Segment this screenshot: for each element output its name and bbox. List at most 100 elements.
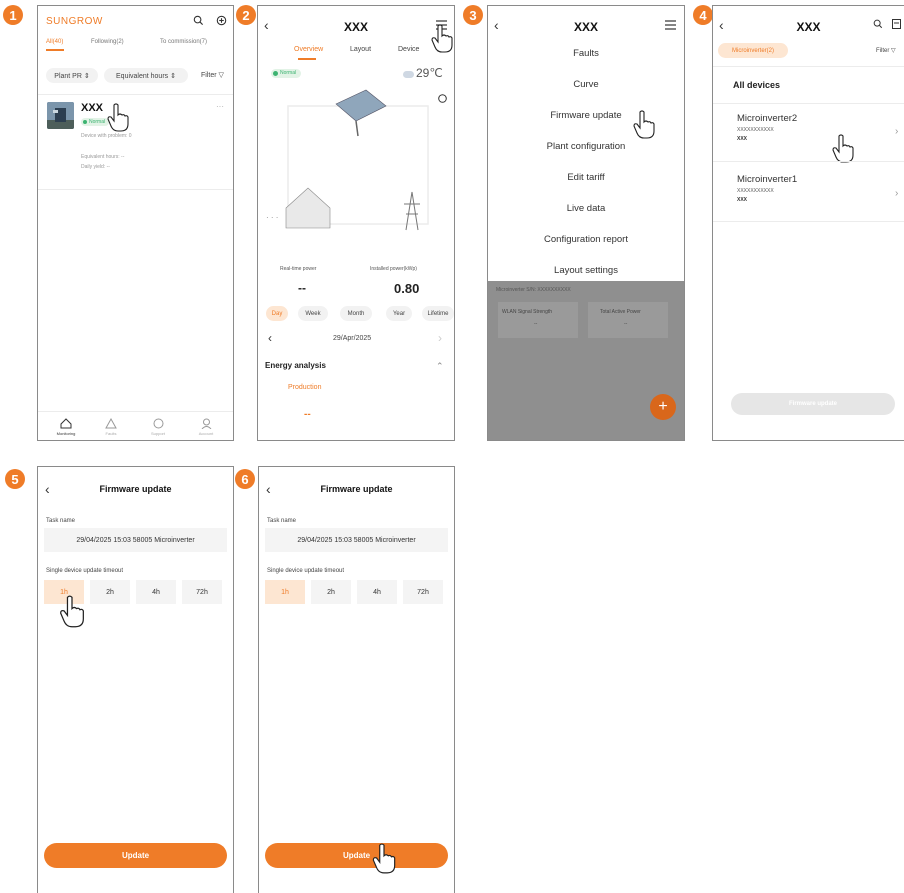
background-power-value: -- xyxy=(624,321,628,327)
screen-plant-menu: ‹ XXX Faults Curve Firmware update Plant… xyxy=(487,5,685,441)
update-button[interactable]: Update xyxy=(44,843,227,868)
page-title: Firmware update xyxy=(99,484,172,494)
pointing-hand-icon xyxy=(633,110,655,139)
timeout-option-4h[interactable]: 4h xyxy=(136,580,176,604)
screen-firmware-update-select: ‹ Firmware update Task name 29/04/2025 1… xyxy=(37,466,234,893)
plus-circle-icon[interactable] xyxy=(216,15,227,29)
page-title: XXX xyxy=(343,20,368,34)
timeout-option-1h[interactable]: 1h xyxy=(265,580,305,604)
filter-button[interactable]: Filter ▽ xyxy=(876,47,896,54)
device-plant: XXX xyxy=(737,197,748,203)
pointing-hand-icon xyxy=(107,103,129,132)
background-wlan-label: WLAN Signal Strength xyxy=(502,309,553,315)
pointing-hand-icon xyxy=(60,595,84,628)
timeout-label: Single device update timeout xyxy=(267,568,345,574)
device-sn: XXXXXXXXXXX xyxy=(737,188,774,194)
filter-plant-pr[interactable]: Plant PR ⇕ xyxy=(46,68,98,83)
period-month[interactable]: Month xyxy=(340,306,372,321)
house-icon xyxy=(285,187,331,229)
status-badge: Normal xyxy=(271,69,301,78)
filter-equivalent-hours[interactable]: Equivalent hours ⇕ xyxy=(104,68,188,83)
task-name-input[interactable]: 29/04/2025 15:03 58005 Microinverter xyxy=(44,528,227,552)
tab-overview[interactable]: Overview xyxy=(294,46,323,53)
installed-power-label: Installed power(kWp) xyxy=(370,266,417,272)
screen-device-list: ‹ XXX Microinverter(2) Filter ▽ All devi… xyxy=(712,5,904,441)
menu-faults[interactable]: Faults xyxy=(488,48,684,59)
cloud-icon xyxy=(403,71,414,78)
timeout-option-72h[interactable]: 72h xyxy=(182,580,222,604)
divider xyxy=(713,161,904,162)
step-marker-6: 6 xyxy=(235,469,255,489)
screen-plant-overview: ‹ XXX Overview Layout Device Normal 29℃ xyxy=(257,5,455,441)
nav-faults[interactable]: Faults xyxy=(96,431,126,436)
pointing-hand-icon xyxy=(832,134,854,163)
firmware-update-button[interactable]: Firmware update xyxy=(731,393,895,415)
menu-layout-settings[interactable]: Layout settings xyxy=(488,265,684,276)
page-title: Firmware update xyxy=(320,484,393,494)
chevron-right-icon[interactable]: › xyxy=(438,331,442,345)
timeout-label: Single device update timeout xyxy=(46,568,124,574)
menu-curve[interactable]: Curve xyxy=(488,79,684,90)
background-sn-text: Microinverter S/N: XXXXXXXXXX xyxy=(496,287,571,293)
task-name-label: Task name xyxy=(46,518,76,524)
search-icon[interactable] xyxy=(873,18,883,32)
tab-following[interactable]: Following(2) xyxy=(91,39,124,45)
divider xyxy=(713,221,904,222)
menu-live-data[interactable]: Live data xyxy=(488,203,684,214)
period-lifetime[interactable]: Lifetime xyxy=(422,306,454,321)
timeout-option-2h[interactable]: 2h xyxy=(311,580,351,604)
tutorial-figure: 1 2 3 4 5 6 SUNGROW All(40) Following(2)… xyxy=(0,0,904,893)
nav-monitoring[interactable]: Monitoring xyxy=(51,431,81,436)
period-day[interactable]: Day xyxy=(266,306,288,321)
background-wlan-value: -- xyxy=(534,321,538,327)
more-icon[interactable]: ··· xyxy=(216,102,224,111)
nav-support[interactable]: Support xyxy=(143,431,173,436)
production-value: -- xyxy=(304,409,311,420)
tab-layout[interactable]: Layout xyxy=(350,46,371,53)
divider xyxy=(713,103,904,104)
timeout-option-2h[interactable]: 2h xyxy=(90,580,130,604)
screen-firmware-update-confirm: ‹ Firmware update Task name 29/04/2025 1… xyxy=(258,466,455,893)
menu-icon[interactable] xyxy=(665,19,676,33)
menu-plant-configuration[interactable]: Plant configuration xyxy=(488,141,684,152)
svg-text:· · ·: · · · xyxy=(266,213,278,222)
daily-yield-text: Daily yield: -- xyxy=(81,164,110,170)
period-week[interactable]: Week xyxy=(298,306,328,321)
step-marker-2: 2 xyxy=(236,5,256,25)
step-marker-4: 4 xyxy=(693,5,713,25)
tab-device[interactable]: Device xyxy=(398,46,419,53)
plant-name: XXX xyxy=(81,102,104,114)
update-button[interactable]: Update xyxy=(265,843,448,868)
period-year[interactable]: Year xyxy=(386,306,412,321)
real-time-power-label: Real-time power xyxy=(280,266,317,272)
solar-panel-icon xyxy=(335,89,387,137)
pointing-hand-icon xyxy=(372,843,396,874)
tab-to-commission[interactable]: To commission(7) xyxy=(160,39,207,45)
timeout-option-4h[interactable]: 4h xyxy=(357,580,397,604)
device-name: Microinverter2 xyxy=(737,113,798,124)
timeout-option-72h[interactable]: 72h xyxy=(403,580,443,604)
real-time-power-value: -- xyxy=(298,281,306,295)
task-name-input[interactable]: 29/04/2025 15:03 58005 Microinverter xyxy=(265,528,448,552)
device-type-chip[interactable]: Microinverter(2) xyxy=(718,43,788,58)
chevron-up-icon[interactable]: ⌃ xyxy=(436,361,444,372)
date-display[interactable]: 29/Apr/2025 xyxy=(333,335,371,342)
nav-account[interactable]: Account xyxy=(191,431,221,436)
divider xyxy=(38,189,233,190)
menu-configuration-report[interactable]: Configuration report xyxy=(488,234,684,245)
production-label[interactable]: Production xyxy=(288,384,321,391)
menu-edit-tariff[interactable]: Edit tariff xyxy=(488,172,684,183)
search-icon[interactable] xyxy=(193,15,204,29)
installed-power-value: 0.80 xyxy=(394,281,420,296)
device-sn: XXXXXXXXXXX xyxy=(737,127,774,133)
filter-button[interactable]: Filter ▽ xyxy=(201,71,224,79)
chevron-left-icon[interactable]: ‹ xyxy=(268,331,272,345)
list-icon[interactable] xyxy=(892,18,901,32)
divider xyxy=(38,411,233,412)
device-name: Microinverter1 xyxy=(737,174,798,185)
background-card xyxy=(498,302,578,338)
add-fab-button[interactable]: + xyxy=(650,394,676,420)
energy-analysis-heading: Energy analysis xyxy=(265,361,326,370)
device-plant: XXX xyxy=(737,136,748,142)
tab-all[interactable]: All(40) xyxy=(46,39,63,45)
